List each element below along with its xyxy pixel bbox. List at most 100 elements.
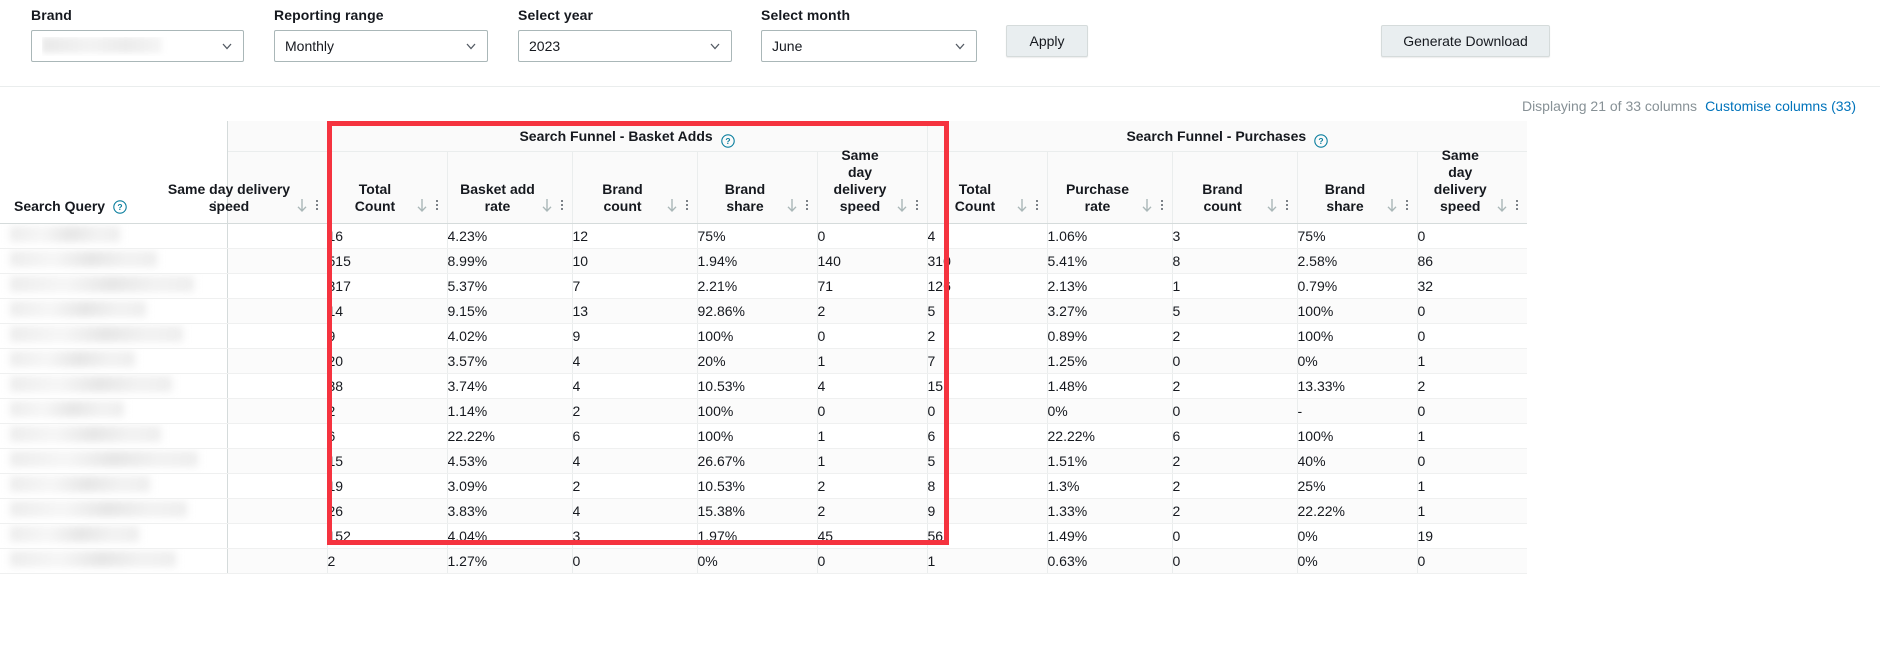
column-header-pu-brand-share[interactable]: Brand share: [1296, 151, 1417, 224]
table-row[interactable]: 2193.09%210.53%281.3%225%1: [0, 473, 1527, 499]
sort-descending-icon[interactable]: [1385, 197, 1399, 214]
column-options-icon[interactable]: [1285, 197, 1289, 213]
table-row[interactable]: 16 4.23% 12 75% 0 4 1.06% 3 75% 0: [0, 223, 1527, 249]
cell-ba-total-count: 19: [326, 473, 447, 499]
help-info-icon[interactable]: ?: [1314, 129, 1328, 149]
cell-pu-brand-count: 5: [1171, 298, 1297, 324]
column-options-icon[interactable]: [685, 197, 689, 213]
cell-pu-brand-count: 0: [1171, 548, 1297, 574]
cell-ba-brand-share: 100%: [696, 423, 817, 449]
sort-descending-icon[interactable]: [1015, 197, 1029, 214]
column-header-label: Brand share: [1324, 180, 1366, 214]
cell-ba-brand-count: 4: [571, 373, 697, 399]
column-header-ba-basket-add-rate[interactable]: Basket add rate: [446, 151, 572, 224]
column-options-icon[interactable]: [1405, 197, 1409, 213]
cell-pu-total-count: 6: [926, 423, 1047, 449]
cell-pu-same-day-delivery-speed: 0: [1416, 398, 1527, 424]
cell-ba-brand-count: 4: [571, 498, 697, 524]
column-header-ba-same-day-delivery-speed[interactable]: Same day delivery speed: [816, 147, 927, 224]
filter-select-month-label: Select month: [761, 7, 851, 23]
column-header-label: Total Count: [954, 180, 996, 214]
column-header-row: Same day delivery speed Total Count Bask…: [0, 147, 1527, 224]
reporting-range-select[interactable]: Monthly: [274, 30, 488, 62]
column-header-pu-total-count[interactable]: Total Count: [926, 151, 1047, 224]
sort-descending-icon[interactable]: [895, 197, 909, 214]
search-query-cell: [0, 548, 228, 574]
cell-pu-same-day-delivery-speed: 1: [1416, 423, 1527, 449]
cell-ba-brand-share: 10.53%: [696, 473, 817, 499]
data-table-container[interactable]: Search Query ? Search Funnel - Basket Ad…: [0, 121, 1880, 652]
generate-download-button[interactable]: Generate Download: [1381, 25, 1550, 57]
column-header-ba-brand-share[interactable]: Brand share: [696, 151, 817, 224]
sort-descending-icon[interactable]: [665, 197, 679, 214]
column-options-icon[interactable]: [1515, 197, 1519, 213]
column-options-icon[interactable]: [1035, 197, 1039, 213]
cell-cut-same-day-delivery-speed: 5: [226, 448, 327, 474]
column-header-pu-brand-count[interactable]: Brand count: [1171, 151, 1297, 224]
cell-pu-total-count: 15: [926, 373, 1047, 399]
apply-button[interactable]: Apply: [1006, 25, 1088, 57]
table-row[interactable]: 38263.83%415.38%291.33%222.22%1: [0, 498, 1527, 524]
column-header-ba-total-count[interactable]: Total Count: [326, 151, 447, 224]
sort-descending-icon[interactable]: [1495, 197, 1509, 214]
table-row[interactable]: 0203.57%420%171.25%00%1: [0, 348, 1527, 374]
cell-ba-brand-share: 10.53%: [696, 373, 817, 399]
month-select[interactable]: June: [761, 30, 977, 62]
column-options-icon[interactable]: [315, 197, 319, 213]
brand-select[interactable]: [31, 30, 244, 62]
table-row[interactable]: 5154.53%426.67%151.51%240%0: [0, 448, 1527, 474]
table-row[interactable]: 6 22.22% 6 100% 1 6 22.22% 6 100% 1: [0, 423, 1527, 449]
sort-descending-icon[interactable]: [295, 197, 309, 214]
columns-info: Displaying 21 of 33 columns Customise co…: [1522, 98, 1856, 114]
table-row[interactable]: 2 1.14% 2 100% 0 0 0% 0-0: [0, 398, 1527, 424]
cell-pu-rate: 22.22%: [1046, 423, 1172, 449]
table-row[interactable]: 9 4.02% 9 100% 0 2 0.89% 2 100% 0: [0, 323, 1527, 349]
help-info-icon[interactable]: ?: [720, 129, 735, 149]
sort-descending-icon[interactable]: [1140, 197, 1154, 214]
table-row[interactable]: 503175.37%72.21%711262.13%10.79%32: [0, 273, 1527, 299]
column-options-icon[interactable]: [805, 197, 809, 213]
cell-pu-brand-count: 6: [1171, 423, 1297, 449]
column-header-pu-purchase-rate[interactable]: Purchase rate: [1046, 151, 1172, 224]
column-header-cut-same-day-delivery-speed[interactable]: Same day delivery speed: [168, 151, 327, 224]
table-row[interactable]: 325158.99%101.94%1403105.41%82.58%86: [0, 248, 1527, 274]
sort-descending-icon[interactable]: [415, 197, 429, 214]
year-select[interactable]: 2023: [518, 30, 732, 62]
cell-pu-brand-share: 13.33%: [1296, 373, 1417, 399]
cell-ba-same-day-delivery-speed: 71: [816, 273, 927, 299]
column-header-ba-brand-count[interactable]: Brand count: [571, 151, 697, 224]
table-row[interactable]: 14 9.15% 13 92.86% 2 5 3.27% 5 100% 0: [0, 298, 1527, 324]
cell-ba-total-count: 317: [326, 273, 447, 299]
column-options-icon[interactable]: [1160, 197, 1164, 213]
customise-columns-link[interactable]: Customise columns (33): [1705, 98, 1856, 114]
table-row[interactable]: 2 1.27% 0 0% 0 1 0.63% 0 0% 0: [0, 548, 1527, 574]
cell-ba-same-day-delivery-speed: 0: [816, 323, 927, 349]
column-header-pu-same-day-delivery-speed[interactable]: Same day delivery speed: [1416, 147, 1527, 224]
cell-ba-brand-count: 9: [571, 323, 697, 349]
cell-ba-total-count: 2: [326, 548, 447, 574]
search-query-redacted: [10, 225, 120, 242]
search-query-redacted: [10, 450, 198, 467]
search-query-redacted: [10, 350, 135, 367]
cell-ba-rate: 3.74%: [446, 373, 572, 399]
table-row[interactable]: 1383.74%410.53%4151.48%213.33%2: [0, 373, 1527, 399]
column-options-icon[interactable]: [915, 197, 919, 213]
cell-ba-same-day-delivery-speed: 2: [816, 498, 927, 524]
help-info-icon[interactable]: ?: [113, 200, 127, 214]
cell-cut-same-day-delivery-speed: [226, 298, 327, 324]
table-row[interactable]: 152 4.04% 3 1.97% 45 56 1.49% 0 0% 19: [0, 523, 1527, 549]
cell-pu-same-day-delivery-speed: 19: [1416, 523, 1527, 549]
cell-pu-total-count: 310: [926, 248, 1047, 274]
sort-descending-icon[interactable]: [1265, 197, 1279, 214]
cell-ba-total-count: 152: [326, 523, 447, 549]
cell-pu-total-count: 8: [926, 473, 1047, 499]
cell-pu-brand-share: 22.22%: [1296, 498, 1417, 524]
cell-pu-total-count: 9: [926, 498, 1047, 524]
sort-descending-icon[interactable]: [540, 197, 554, 214]
column-options-icon[interactable]: [560, 197, 564, 213]
cell-ba-brand-count: 10: [571, 248, 697, 274]
column-options-icon[interactable]: [435, 197, 439, 213]
sort-descending-icon[interactable]: [785, 197, 799, 214]
cell-pu-same-day-delivery-speed: 1: [1416, 348, 1527, 374]
brand-select-value: [42, 36, 215, 56]
